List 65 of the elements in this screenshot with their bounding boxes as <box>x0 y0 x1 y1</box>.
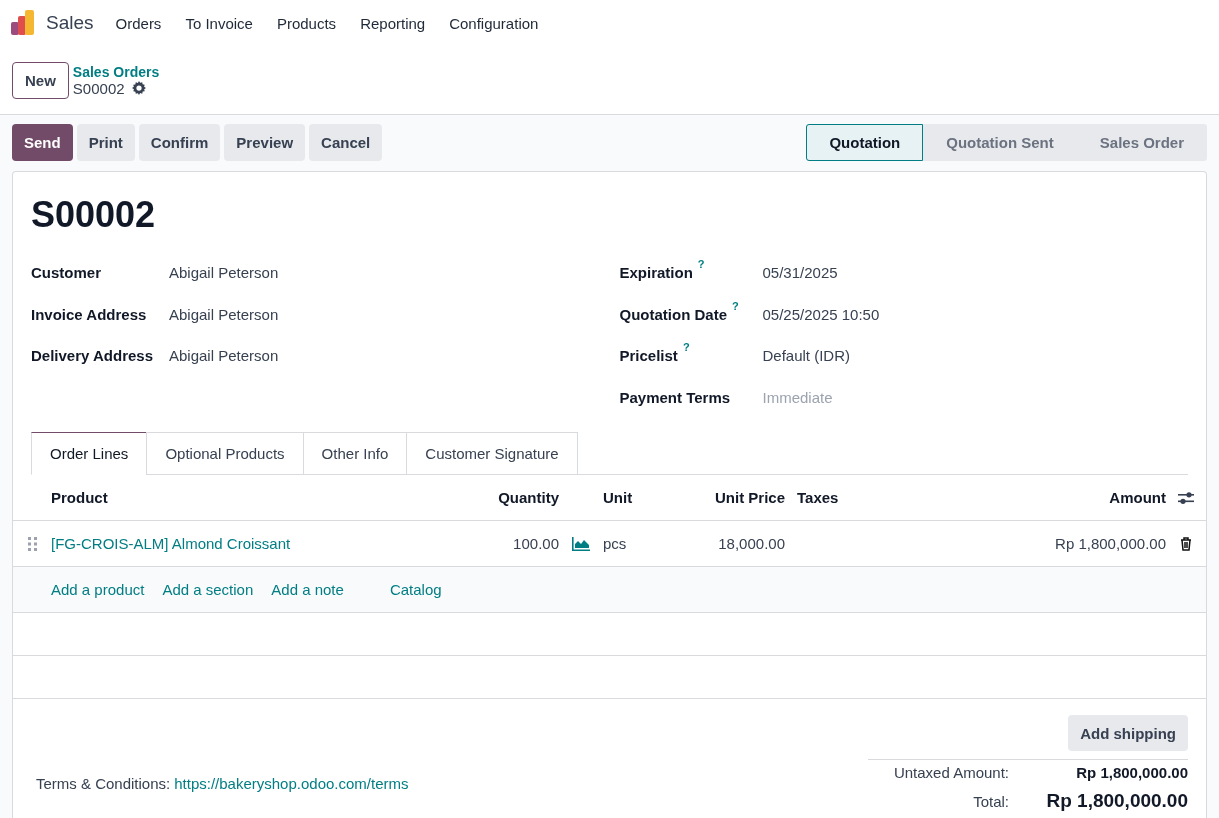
record-name: S00002 <box>72 79 125 97</box>
field-value[interactable]: 05/25/2025 10:50 <box>762 305 880 323</box>
add-line-link[interactable]: Add a note <box>271 581 344 598</box>
action-button[interactable]: Send <box>12 124 73 161</box>
action-button[interactable]: Cancel <box>309 124 383 161</box>
column-header[interactable]: Product <box>51 489 451 506</box>
action-button[interactable]: Print <box>76 124 135 161</box>
new-button[interactable]: New <box>12 61 69 99</box>
total-value: Rp 1,800,000.00 <box>1045 790 1188 812</box>
menu-item[interactable]: Configuration <box>449 14 539 32</box>
help-tooltip[interactable]: ? <box>682 341 690 354</box>
field-value[interactable]: Abigail Peterson <box>169 264 279 282</box>
tab[interactable]: Customer Signature <box>406 432 578 475</box>
product-link[interactable]: [FG-CROIS-ALM] Almond Croissant <box>51 535 451 552</box>
area-chart-icon[interactable] <box>572 536 590 551</box>
app-logo-icon[interactable] <box>10 10 36 36</box>
help-tooltip[interactable]: ? <box>697 258 705 271</box>
settings-icon[interactable] <box>131 81 146 95</box>
menu-item[interactable]: Reporting <box>360 14 426 32</box>
menu-item[interactable]: To Invoice <box>185 14 253 32</box>
record-title: S00002 <box>31 194 157 236</box>
field-label: Pricelist <box>619 347 678 365</box>
status-stage[interactable]: Sales Order <box>1076 124 1207 161</box>
add-line-link[interactable]: Add a section <box>162 581 254 598</box>
field-value[interactable]: 05/31/2025 <box>762 264 838 282</box>
status-stage[interactable]: Quotation <box>806 124 924 161</box>
catalog-link[interactable]: Catalog <box>389 581 442 598</box>
add-shipping-button[interactable]: Add shipping <box>1068 715 1188 751</box>
action-button[interactable]: Confirm <box>138 124 221 161</box>
total-label: Total: <box>972 793 1009 810</box>
column-header[interactable]: Taxes <box>785 489 946 506</box>
help-tooltip[interactable]: ? <box>732 299 739 312</box>
terms-link[interactable]: https://bakeryshop.odoo.com/terms <box>174 775 409 792</box>
app-name[interactable]: Sales <box>46 12 94 34</box>
column-header[interactable]: Unit Price <box>683 489 785 506</box>
menu-item[interactable]: Orders <box>115 14 162 32</box>
field-label: Payment Terms <box>619 388 731 406</box>
field-value[interactable]: Abigail Peterson <box>169 347 279 365</box>
tab[interactable]: Order Lines <box>31 432 148 475</box>
tab[interactable]: Optional Products <box>146 432 304 475</box>
column-settings-icon[interactable] <box>1178 490 1194 505</box>
drag-handle-icon[interactable] <box>27 536 37 551</box>
total-value: Rp 1,800,000.00 <box>1075 764 1188 781</box>
terms-label: Terms & Conditions: <box>36 775 171 792</box>
field-label: Delivery Address <box>31 347 154 365</box>
field-label: Quotation Date <box>619 305 727 323</box>
field-label: Expiration <box>619 264 693 282</box>
trash-icon[interactable] <box>1180 536 1192 551</box>
table-cell-text: pcs <box>603 535 628 552</box>
field-label: Customer <box>31 264 102 282</box>
column-header[interactable]: Unit <box>603 489 683 506</box>
column-header[interactable]: Quantity <box>451 489 559 506</box>
breadcrumb-link[interactable]: Sales Orders <box>72 63 160 80</box>
field-value[interactable]: Abigail Peterson <box>169 305 279 323</box>
menu-item[interactable]: Products <box>276 14 337 32</box>
table-cell-text: Rp 1,800,000.00 <box>1054 535 1166 552</box>
field-value[interactable]: Default (IDR) <box>762 347 851 365</box>
add-line-link[interactable]: Add a product <box>51 581 145 598</box>
table-cell-text: 18,000.00 <box>717 535 785 552</box>
table-cell-text: 100.00 <box>512 535 559 552</box>
total-label: Untaxed Amount: <box>892 764 1009 781</box>
action-button[interactable]: Preview <box>224 124 306 161</box>
column-header[interactable]: Amount <box>946 489 1166 506</box>
status-stage[interactable]: Quotation Sent <box>923 124 1077 161</box>
field-label: Invoice Address <box>31 305 148 323</box>
